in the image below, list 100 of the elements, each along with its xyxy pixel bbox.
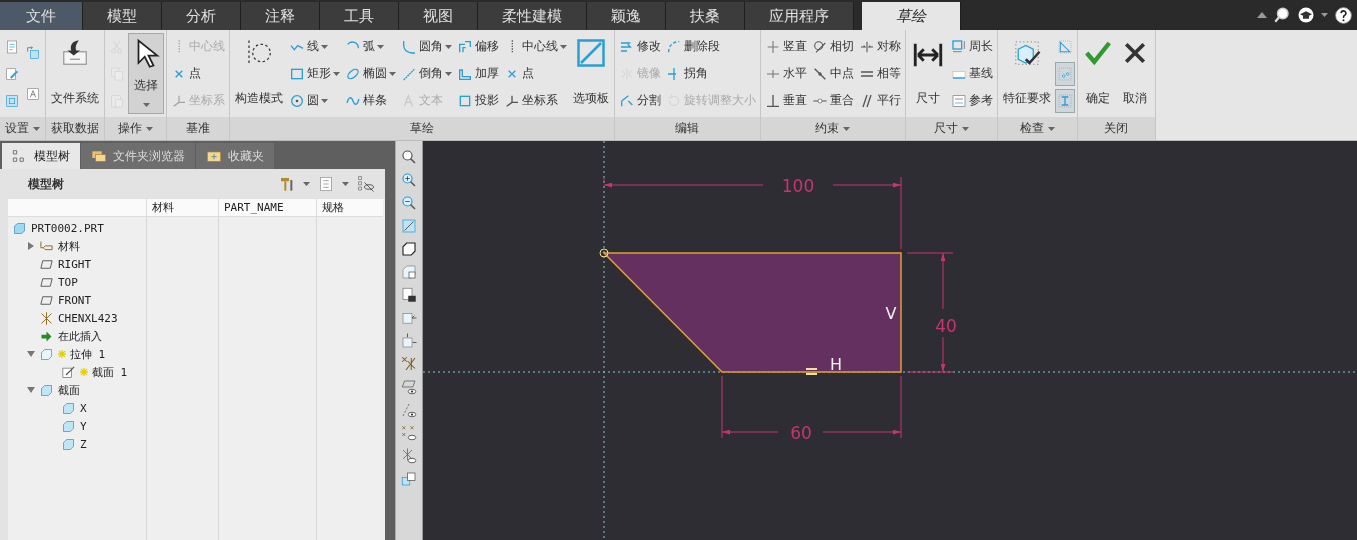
ribbon-tab[interactable]: 应用程序 (745, 2, 854, 30)
ribbon-button[interactable]: 坐标系 (502, 88, 569, 113)
ribbon-button[interactable]: 周长 (948, 34, 995, 59)
column-header[interactable]: 规格 (316, 199, 383, 217)
group-label[interactable]: 设置 (0, 117, 45, 140)
ribbon-button[interactable]: 分割 (616, 88, 663, 113)
ribbon-button[interactable]: 对称 (856, 34, 903, 59)
ribbon-tab[interactable]: 草绘 (862, 2, 961, 30)
tree-item-label[interactable]: 在此插入 (58, 328, 102, 344)
ribbon-button[interactable]: 文件系统 (48, 33, 102, 114)
points-eye-icon[interactable] (400, 424, 418, 442)
tree-item-label[interactable]: RIGHT (58, 257, 92, 271)
tree-item-label[interactable]: 拉伸 1 (70, 346, 106, 362)
plane-eye-icon[interactable] (400, 378, 418, 396)
ribbon-button[interactable]: 点 (502, 61, 569, 86)
ribbon-button[interactable]: 删除段 (663, 34, 758, 59)
ribbon-tab[interactable]: 模型 (83, 2, 162, 30)
tree-item-label[interactable]: 材料 (58, 238, 80, 254)
ribbon-button[interactable]: 线 (287, 34, 342, 59)
ribbon-button[interactable]: 椭圆 (343, 61, 398, 86)
ribbon-button[interactable]: 选项板 (569, 33, 612, 114)
expanded-arrow-icon[interactable] (26, 386, 35, 394)
tree-item-label[interactable]: TOP (58, 275, 78, 289)
ribbon-button[interactable]: 矩形 (287, 61, 342, 86)
line-eye-icon[interactable] (400, 401, 418, 419)
collapsed-arrow-icon[interactable] (26, 242, 35, 250)
ribbon-button[interactable]: 圆 (287, 88, 342, 113)
ribbon-button[interactable]: 水平 (762, 61, 809, 86)
panel-tab[interactable]: 模型树 (2, 143, 80, 169)
search-icon[interactable] (1273, 6, 1291, 24)
ribbon-tab[interactable]: 柔性建模 (478, 2, 587, 30)
dotted-nodes-button[interactable] (1054, 61, 1075, 86)
ribbon-button[interactable]: 确定 (1079, 33, 1116, 114)
cube-grid-icon[interactable] (400, 263, 418, 281)
hammer-icon[interactable] (279, 175, 295, 193)
ribbon-button[interactable]: 特征要求 (999, 33, 1054, 114)
ribbon-button[interactable]: 构造模式 (232, 33, 286, 114)
ribbon-tab[interactable]: 视图 (399, 2, 478, 30)
tree-item-label[interactable]: X (80, 401, 87, 415)
axes-eye-icon[interactable] (400, 447, 418, 465)
ribbon-button[interactable]: 竖直 (762, 34, 809, 59)
equal-constraint-icon[interactable] (805, 368, 818, 375)
graduation-cap-icon[interactable] (1297, 6, 1315, 24)
help-icon[interactable] (1334, 5, 1353, 25)
zoom-out-icon[interactable] (400, 194, 418, 212)
collapse-ribbon-icon[interactable] (1257, 12, 1267, 18)
group-label[interactable]: 约束 (760, 117, 905, 140)
tree-item-label[interactable]: PRT0002.PRT (31, 221, 104, 235)
ribbon-button[interactable]: 修改 (616, 34, 663, 59)
cube-arrows-icon[interactable] (400, 332, 418, 350)
ribbon-button[interactable]: 中心线 (502, 34, 569, 59)
magnifier-icon[interactable] (400, 148, 418, 166)
ribbon-tab[interactable]: 注释 (241, 2, 320, 30)
zoom-in-icon[interactable] (400, 171, 418, 189)
ribbon-button[interactable]: 尺寸 (907, 33, 948, 114)
panel-tab[interactable]: 收藏夹 (196, 143, 274, 169)
ribbon-button[interactable]: 平行 (856, 88, 903, 113)
ribbon-button[interactable]: 参考 (948, 88, 995, 113)
diagonal-square-icon[interactable] (400, 217, 418, 235)
panel-tab[interactable]: 文件夹浏览器 (81, 143, 195, 169)
ribbon-tab[interactable]: 文件 (0, 2, 83, 30)
list-icon[interactable] (318, 175, 334, 193)
column-header[interactable]: PART_NAME (218, 199, 316, 217)
ribbon-button[interactable]: 相等 (856, 61, 903, 86)
windows-arrow-icon[interactable] (400, 470, 418, 488)
ribbon-button[interactable]: 加厚 (455, 61, 501, 86)
nodes-eye-icon[interactable] (357, 175, 375, 193)
ribbon-tab[interactable]: 扶桑 (666, 2, 745, 30)
ribbon-button[interactable]: 样条 (343, 88, 398, 113)
tree-item-label[interactable]: Z (80, 437, 87, 451)
ribbon-button[interactable]: 取消 (1116, 33, 1153, 114)
ribbon-tab[interactable]: 分析 (162, 2, 241, 30)
cube-icon[interactable] (400, 240, 418, 258)
group-label[interactable]: 检查 (997, 117, 1077, 140)
ribbon-tab[interactable]: 颖逸 (587, 2, 666, 30)
ribbon-button[interactable]: 点 (169, 61, 227, 86)
ribbon-button[interactable]: 投影 (455, 88, 501, 113)
column-header[interactable]: 材料 (146, 199, 218, 217)
ribbon-button[interactable]: 基线 (948, 61, 995, 86)
ribbon-button[interactable]: 垂直 (762, 88, 809, 113)
tree-item-label[interactable]: 截面 (58, 382, 80, 398)
tree-item-label[interactable]: CHENXL423 (58, 311, 118, 325)
ribbon-button[interactable]: 重合 (809, 88, 856, 113)
vertex-marker[interactable] (599, 248, 609, 258)
crossed-axes-icon[interactable] (400, 355, 418, 373)
tree-item-label[interactable]: 截面 1 (92, 364, 128, 380)
ribbon-button[interactable]: 选择 (128, 33, 164, 114)
ribbon-button[interactable]: 弧 (343, 34, 398, 59)
camera-sheet-icon[interactable] (400, 286, 418, 304)
ribbon-button[interactable]: 偏移 (455, 34, 501, 59)
tree-item-label[interactable]: FRONT (58, 293, 92, 307)
constraint-label[interactable]: H (830, 355, 842, 374)
ribbon-button[interactable]: 中点 (809, 61, 856, 86)
group-label[interactable]: 操作 (105, 117, 166, 140)
ribbon-button[interactable]: 圆角 (399, 34, 454, 59)
tree-item-label[interactable]: Y (80, 419, 87, 433)
ribbon-button[interactable]: 倒角 (399, 61, 454, 86)
group-label[interactable]: 尺寸 (905, 117, 997, 140)
constraint-label[interactable]: V (885, 304, 897, 323)
sketch-profile[interactable] (602, 252, 902, 373)
